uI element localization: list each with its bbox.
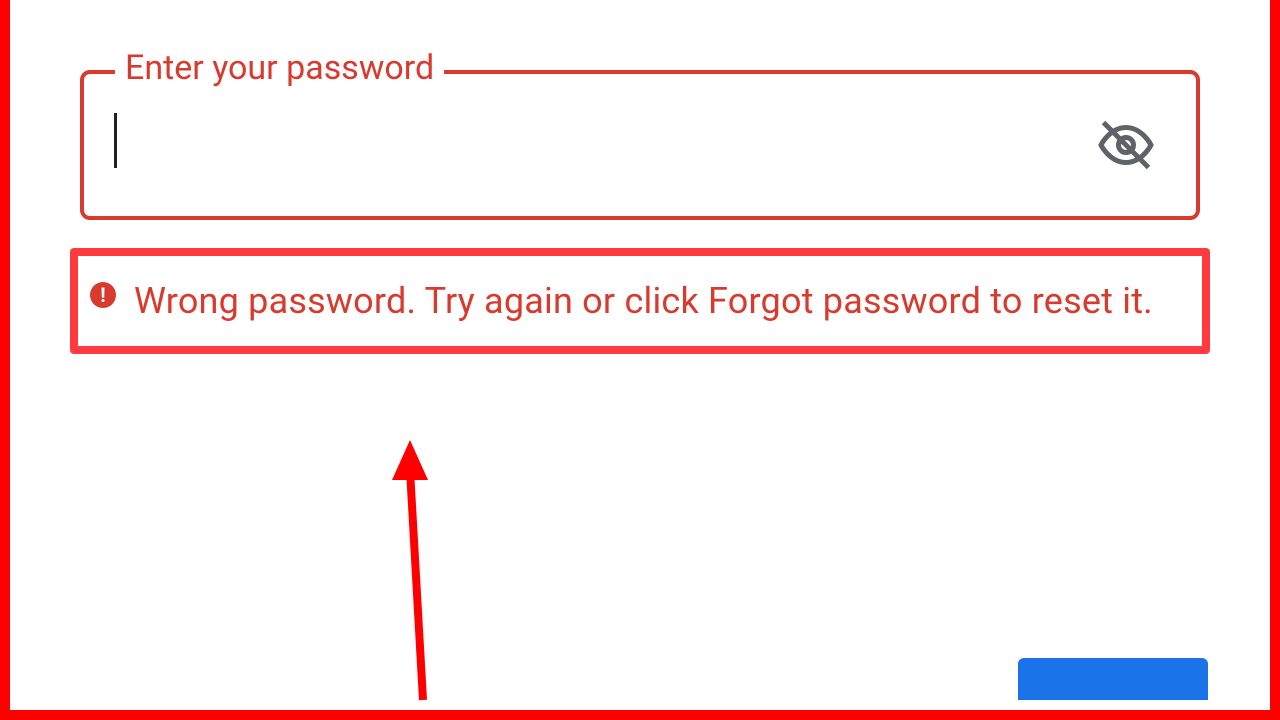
password-field-label: Enter your password: [115, 48, 444, 88]
visibility-off-icon[interactable]: [1096, 115, 1156, 175]
error-message-text: Wrong password. Try again or click Forgo…: [134, 274, 1153, 328]
screenshot-frame: Enter your password ! Wrong password. Tr…: [0, 0, 1280, 720]
primary-action-button[interactable]: [1018, 658, 1208, 700]
password-input[interactable]: [117, 126, 1166, 165]
error-message-box: ! Wrong password. Try again or click For…: [70, 248, 1210, 354]
content-area: Enter your password ! Wrong password. Tr…: [10, 0, 1270, 710]
annotation-arrow-icon: [380, 440, 440, 710]
password-input-box[interactable]: [80, 70, 1200, 220]
password-field-container: Enter your password: [80, 70, 1200, 220]
error-icon: !: [90, 282, 116, 308]
